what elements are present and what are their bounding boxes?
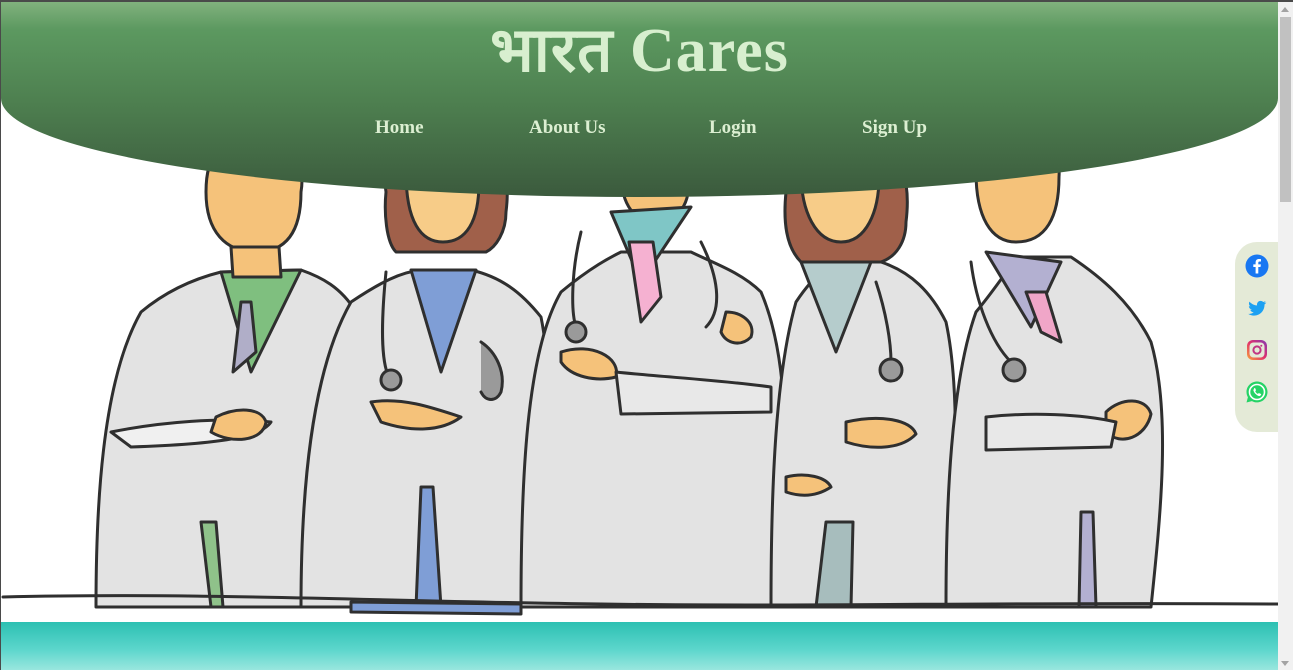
main-nav: Home About Us Login Sign Up: [1, 117, 1278, 147]
nav-home-link[interactable]: Home: [375, 117, 424, 139]
scrollbar-thumb[interactable]: [1280, 17, 1291, 202]
section-band: [1, 622, 1278, 670]
instagram-icon[interactable]: [1245, 338, 1269, 362]
doctor-figure: [299, 152, 550, 616]
doctor-figure: [944, 152, 1165, 609]
facebook-icon[interactable]: [1245, 254, 1269, 278]
nav-login-link[interactable]: Login: [709, 117, 757, 139]
whatsapp-icon[interactable]: [1245, 380, 1269, 404]
site-header: भारत Cares Home About Us Login Sign Up: [1, 2, 1278, 197]
doctors-illustration: [1, 152, 1278, 616]
page: भारत Cares Home About Us Login Sign Up: [1, 2, 1278, 670]
scroll-down-arrow-icon[interactable]: [1281, 661, 1289, 666]
nav-signup-link[interactable]: Sign Up: [862, 117, 927, 139]
doctor-figure: [519, 152, 787, 609]
social-sidebar: [1235, 242, 1278, 432]
vertical-scrollbar[interactable]: [1278, 2, 1293, 670]
site-title: भारत Cares: [490, 17, 789, 85]
scroll-up-arrow-icon[interactable]: [1281, 7, 1289, 12]
doctor-figure: [769, 152, 957, 609]
twitter-icon[interactable]: [1245, 296, 1269, 320]
nav-about-link[interactable]: About Us: [529, 117, 606, 139]
